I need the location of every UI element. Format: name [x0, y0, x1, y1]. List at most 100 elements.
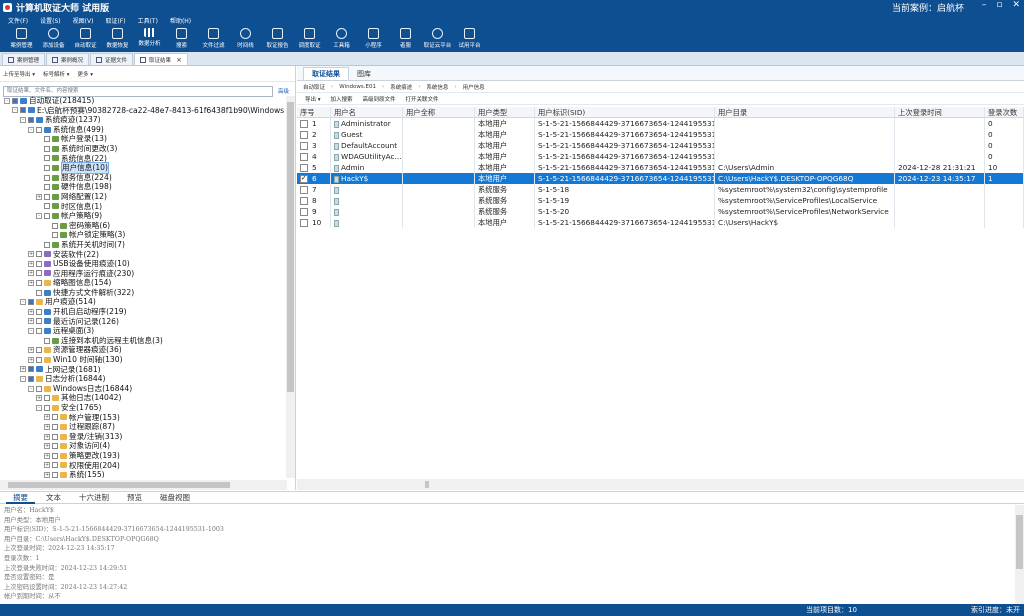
tree-node[interactable]: 系统信息(22) — [0, 154, 285, 164]
tree-node[interactable]: 服务信息(224) — [0, 173, 285, 183]
tree-checkbox[interactable] — [36, 385, 42, 392]
table-row[interactable]: 7 系统服务 S-1-5-18 %systemroot%\system32\confi… — [297, 184, 1024, 195]
table-row[interactable]: 1 Administrator 本地用户 S-1-5-21-1566844429-37… — [297, 118, 1024, 129]
breadcrumb-item[interactable]: 系统痕迹 — [390, 83, 412, 91]
tree-checkbox[interactable] — [44, 164, 50, 171]
tree-checkbox[interactable] — [36, 289, 42, 296]
expand-icon[interactable]: + — [44, 414, 50, 421]
toolbar-button-timeline[interactable]: 时间线 — [230, 25, 261, 52]
tree-checkbox[interactable] — [36, 270, 42, 277]
tree-node[interactable]: + 网络配置(12) — [0, 192, 285, 202]
toolbar-button-search[interactable]: 搜索 — [166, 25, 197, 52]
collapse-icon[interactable]: - — [36, 404, 42, 411]
collapse-icon[interactable]: - — [36, 212, 42, 219]
tree-node[interactable]: 帐户登录(13) — [0, 134, 285, 144]
tab-case-management[interactable]: 案例管理 — [2, 53, 46, 65]
tree-node[interactable]: 连接到本机的远程主机信息(3) — [0, 336, 285, 346]
tree-node[interactable]: + 策略更改(193) — [0, 451, 285, 461]
menu-tools[interactable]: 工具(T) — [138, 16, 158, 25]
expand-icon[interactable]: + — [28, 318, 34, 325]
tree-node[interactable]: 快捷方式文件解析(322) — [0, 288, 285, 298]
row-checkbox[interactable] — [300, 141, 308, 150]
tree-checkbox[interactable] — [44, 184, 50, 191]
menu-forensics[interactable]: 取证(F) — [105, 16, 125, 25]
tree-checkbox[interactable] — [36, 308, 42, 315]
expand-icon[interactable]: + — [28, 356, 34, 363]
tree-vertical-scrollbar[interactable] — [286, 96, 295, 478]
tree-checkbox[interactable] — [44, 241, 50, 248]
tree-checkbox[interactable] — [44, 145, 50, 152]
row-checkbox[interactable] — [300, 196, 308, 205]
tree-node[interactable]: + 对象访问(4) — [0, 441, 285, 451]
tree-checkbox[interactable] — [44, 404, 50, 411]
tree-checkbox[interactable] — [12, 97, 18, 104]
expand-icon[interactable]: + — [20, 366, 26, 373]
tab-evidence-files[interactable]: 证据文件 — [90, 53, 134, 65]
toolbar-button-auto-forensics[interactable]: 自动取证 — [70, 25, 101, 52]
tree-node[interactable]: 系统开关机时间(7) — [0, 240, 285, 250]
maximize-button[interactable]: ▫ — [996, 0, 1002, 10]
collapse-icon[interactable]: - — [28, 385, 34, 392]
tree-checkbox[interactable] — [44, 155, 50, 162]
row-checkbox[interactable] — [300, 173, 308, 184]
export-dropdown[interactable]: 上传至导出 ▾ — [3, 70, 35, 78]
tree-node[interactable]: + 安装软件(22) — [0, 250, 285, 260]
tree-checkbox[interactable] — [52, 433, 58, 440]
expand-icon[interactable]: + — [44, 433, 50, 440]
breadcrumb-item[interactable]: 系统信息 — [426, 83, 448, 91]
expand-icon[interactable]: + — [36, 395, 42, 402]
tree-checkbox[interactable] — [28, 376, 34, 383]
table-row[interactable]: 2 Guest 本地用户 S-1-5-21-1566844429-3716673654… — [297, 129, 1024, 140]
tree-checkbox[interactable] — [20, 107, 26, 114]
table-row[interactable]: 5 Admin 本地用户 S-1-5-21-1566844429-3716673654… — [297, 162, 1024, 173]
tree-checkbox[interactable] — [36, 356, 42, 363]
tree-checkbox[interactable] — [36, 328, 42, 335]
expand-icon[interactable]: + — [36, 193, 42, 200]
tree-checkbox[interactable] — [44, 193, 50, 200]
toolbar-button-case[interactable]: 案例管理 — [6, 25, 37, 52]
table-row[interactable]: 4 WDAGUtilityAc... 本地用户 S-1-5-21-1566844429… — [297, 151, 1024, 162]
tree-node[interactable]: + USB设备使用痕迹(10) — [0, 259, 285, 269]
col-username[interactable]: 用户名 — [331, 107, 403, 117]
minimize-button[interactable]: – — [982, 0, 987, 10]
tab-case-overview[interactable]: 案例概况 — [46, 53, 90, 65]
tab-text[interactable]: 文本 — [39, 492, 68, 504]
tab-disk-view[interactable]: 磁盘视图 — [153, 492, 197, 504]
row-checkbox[interactable] — [300, 163, 308, 172]
scroll-thumb[interactable] — [425, 481, 429, 488]
goto-source-button[interactable]: 高级到原文件 — [363, 95, 396, 103]
tree-node[interactable]: - 自动取证(218415) — [0, 96, 285, 106]
tree-checkbox[interactable] — [28, 116, 34, 123]
table-row[interactable]: 3 DefaultAccount 本地用户 S-1-5-21-1566844429-3… — [297, 140, 1024, 151]
expand-icon[interactable]: + — [44, 462, 50, 469]
tree-checkbox[interactable] — [36, 126, 42, 133]
toolbar-button-data-recovery[interactable]: 数据恢复 — [102, 25, 133, 52]
tree-checkbox[interactable] — [44, 136, 50, 143]
export-button[interactable]: 导出 ▾ — [305, 95, 321, 103]
tree-node[interactable]: + 开机自启动程序(219) — [0, 307, 285, 317]
expand-icon[interactable]: + — [28, 270, 34, 277]
tree-checkbox[interactable] — [52, 443, 58, 450]
tree-node[interactable]: + 缩略图信息(154) — [0, 278, 285, 288]
table-row[interactable]: 8 系统服务 S-1-5-19 %systemroot%\ServiceProfile… — [297, 195, 1024, 206]
tree-checkbox[interactable] — [36, 251, 42, 258]
breadcrumb-item[interactable]: Windows.E01 — [339, 84, 376, 90]
tree-checkbox[interactable] — [36, 260, 42, 267]
menu-file[interactable]: 文件(F) — [8, 16, 28, 25]
menu-view[interactable]: 视图(V) — [73, 16, 94, 25]
collapse-icon[interactable]: - — [28, 126, 34, 133]
tree-node[interactable]: 硬件信息(198) — [0, 182, 285, 192]
advanced-search-button[interactable]: 高级 — [278, 87, 289, 95]
tree-node[interactable]: 时区信息(1) — [0, 202, 285, 212]
col-index[interactable]: 序号 — [297, 107, 331, 117]
tab-forensic-results[interactable]: 取证结果 × — [134, 53, 188, 65]
col-usertype[interactable]: 用户类型 — [475, 107, 535, 117]
collapse-icon[interactable]: - — [28, 328, 34, 335]
detail-vertical-scrollbar[interactable] — [1015, 505, 1024, 605]
toolbar-button-service[interactable]: 者服 — [390, 25, 421, 52]
tree-node[interactable]: - 用户痕迹(514) — [0, 297, 285, 307]
tab-hex[interactable]: 十六进制 — [72, 492, 116, 504]
close-button[interactable]: ✕ — [1012, 0, 1020, 10]
tree-node[interactable]: - 系统信息(499) — [0, 125, 285, 135]
tree-node[interactable]: 用户信息(10) — [0, 162, 285, 174]
